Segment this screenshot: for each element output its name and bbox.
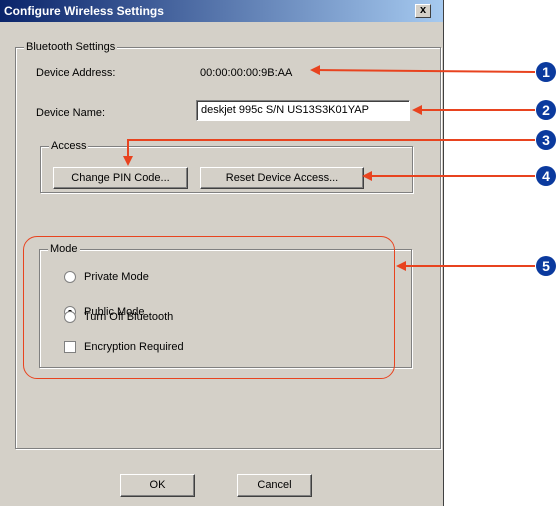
arrow-1 xyxy=(310,65,536,76)
callout-2: 2 xyxy=(536,100,556,120)
callout-5: 5 xyxy=(536,256,556,276)
callout-arrows xyxy=(123,65,536,271)
callout-3: 3 xyxy=(536,130,556,150)
callout-1: 1 xyxy=(536,62,556,82)
callout-4: 4 xyxy=(536,166,556,186)
arrow-3 xyxy=(123,139,535,166)
